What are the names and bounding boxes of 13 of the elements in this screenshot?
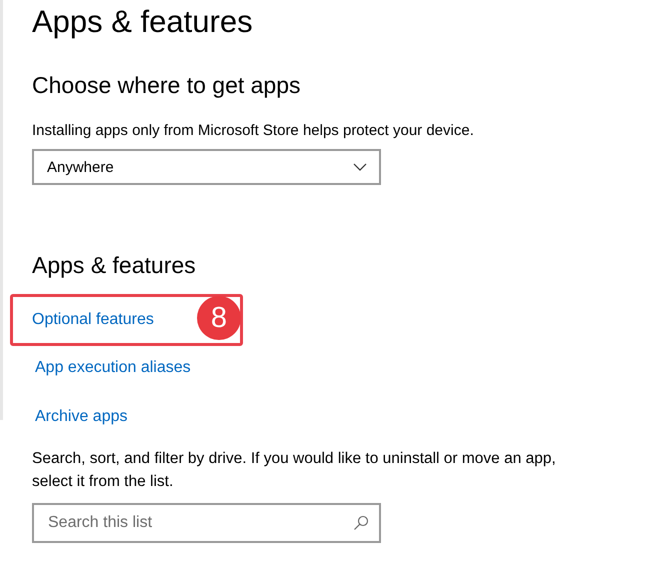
search-icon: [353, 515, 369, 531]
description-text: Installing apps only from Microsoft Store helps protect your device.: [32, 121, 475, 141]
settings-link[interactable]: App execution aliases: [35, 358, 191, 376]
step-number-badge: 8: [197, 296, 241, 340]
chevron-down-icon: [353, 163, 367, 171]
settings-link[interactable]: Archive apps: [35, 408, 128, 426]
settings-link[interactable]: Optional features: [32, 311, 154, 329]
section-heading: Apps & features: [32, 251, 197, 280]
description-text: Search, sort, and filter by drive. If you would like to uninstall or move an app, select it from the list.: [32, 449, 557, 492]
search-field[interactable]: Search this list: [32, 503, 381, 543]
section-heading: Choose where to get apps: [32, 71, 302, 100]
page-title: Apps & features: [32, 3, 254, 41]
source-dropdown[interactable]: Anywhere: [32, 149, 381, 185]
